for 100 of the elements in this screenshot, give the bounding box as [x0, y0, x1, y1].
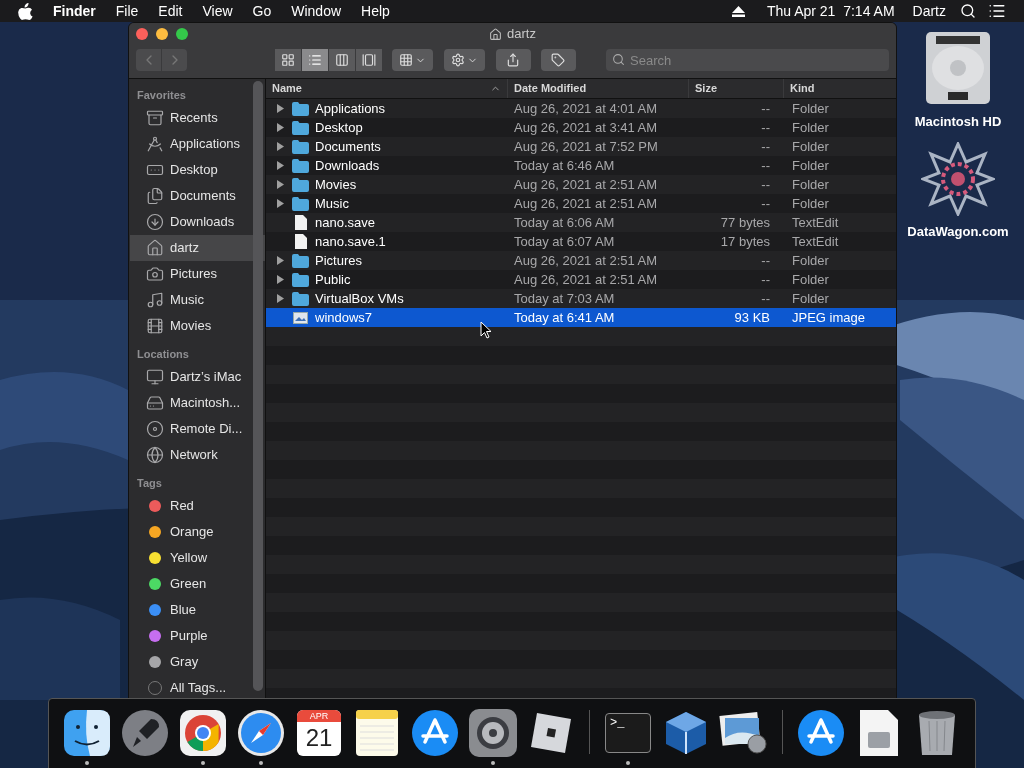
disclosure-triangle-icon[interactable]	[276, 294, 284, 303]
eject-icon[interactable]	[731, 5, 745, 17]
image-file-icon	[293, 311, 308, 324]
gear-icon[interactable]	[469, 709, 517, 757]
chrome-icon[interactable]	[180, 710, 226, 756]
sidebar-item[interactable]: Dartz’s iMac	[130, 364, 265, 390]
grid-icon	[398, 53, 413, 67]
size-cell-text: 93 KB	[733, 308, 771, 327]
column-header[interactable]: Name	[266, 79, 508, 98]
kind-cell-text: Folder	[791, 156, 830, 175]
size-cell-text: --	[760, 175, 771, 194]
disclosure-triangle-icon[interactable]	[276, 275, 284, 284]
column-header[interactable]: Kind	[784, 79, 896, 98]
kind-cell-text: Folder	[791, 251, 830, 270]
finder-icon[interactable]	[64, 710, 110, 756]
menu-list-icon[interactable]	[988, 2, 1006, 20]
sidebar-item[interactable]: Macintosh...	[130, 390, 265, 416]
sidebar-item[interactable]: Gray	[130, 649, 265, 675]
sidebar-item[interactable]: Applications	[130, 131, 265, 157]
sidebar-item[interactable]: Documents	[130, 183, 265, 209]
desktop-icon-label[interactable]: DataWagon.com	[907, 221, 1009, 241]
tag-button[interactable]	[540, 49, 576, 71]
photos-icon[interactable]	[719, 710, 769, 756]
group-button[interactable]	[392, 49, 433, 71]
folder-icon	[292, 101, 309, 116]
sidebar-item-label: Yellow	[170, 549, 208, 568]
minimize-button[interactable]	[156, 28, 168, 40]
view-mode-button[interactable]	[329, 49, 356, 71]
search-icon[interactable]	[960, 3, 976, 19]
sidebar-item[interactable]: Network	[130, 442, 265, 468]
sidebar-item[interactable]: Red	[130, 493, 265, 519]
menu-item[interactable]: View	[202, 0, 233, 22]
sidebar-item-label: Dartz’s iMac	[170, 368, 242, 387]
disclosure-triangle-icon[interactable]	[276, 142, 284, 151]
sidebar-item[interactable]: Recents	[130, 105, 265, 131]
menu-item[interactable]: Window	[291, 0, 342, 22]
app-store-icon[interactable]	[797, 709, 845, 757]
zoom-button[interactable]	[176, 28, 188, 40]
apple-icon[interactable]	[18, 2, 33, 20]
share-button[interactable]	[495, 49, 531, 71]
compass-icon[interactable]	[237, 709, 285, 757]
action-button[interactable]	[443, 49, 485, 71]
disclosure-triangle-icon[interactable]	[276, 104, 284, 113]
file-name: Movies	[315, 175, 357, 194]
menu-item[interactable]: Finder	[53, 0, 96, 22]
sidebar-item-label: Remote Di...	[170, 420, 243, 439]
search-field[interactable]: Search	[606, 49, 889, 71]
document-icon[interactable]	[860, 710, 898, 756]
scrollbar[interactable]	[253, 81, 263, 691]
sidebar-item[interactable]: Blue	[130, 597, 265, 623]
sidebar-item[interactable]: Orange	[130, 519, 265, 545]
column-header[interactable]: Date Modified	[508, 79, 689, 98]
trash-icon[interactable]	[917, 709, 957, 757]
search-icon	[612, 53, 625, 66]
menu-clock[interactable]: Thu Apr 21 7:14 AM	[766, 0, 895, 22]
disclosure-triangle-icon[interactable]	[276, 123, 284, 132]
sidebar-item[interactable]: Yellow	[130, 545, 265, 571]
disclosure-triangle-icon[interactable]	[276, 199, 284, 208]
column-header[interactable]: Size	[689, 79, 784, 98]
sidebar-item-label: Movies	[170, 317, 212, 336]
sidebar-item[interactable]: Pictures	[130, 261, 265, 287]
menu-item[interactable]: Help	[361, 0, 390, 22]
disclosure-triangle-icon[interactable]	[276, 161, 284, 170]
menu-item[interactable]: File	[115, 0, 139, 22]
file-name: windows7	[315, 308, 373, 327]
sidebar-item[interactable]: Green	[130, 571, 265, 597]
file-row[interactable]: windows7 Today at 6:41 AM 93 KB JPEG image	[266, 308, 896, 327]
sidebar-item[interactable]: dartz	[130, 235, 265, 261]
close-button[interactable]	[136, 28, 148, 40]
disclosure-triangle-icon[interactable]	[276, 256, 284, 265]
date-cell-text: Today at 6:06 AM	[513, 213, 616, 232]
disclosure-triangle-icon[interactable]	[276, 180, 284, 189]
sidebar-item[interactable]: Remote Di...	[130, 416, 265, 442]
cube-icon[interactable]	[663, 710, 709, 756]
file-name: Public	[315, 270, 351, 289]
user-name[interactable]: Dartz	[912, 0, 946, 22]
file-name: Pictures	[315, 251, 362, 270]
kind-cell-text: TextEdit	[791, 232, 840, 251]
view-mode-button[interactable]	[302, 49, 329, 71]
view-mode-button[interactable]	[275, 49, 302, 71]
size-cell-text: --	[760, 137, 771, 156]
sidebar-item-label: Recents	[170, 109, 218, 128]
star-pattern-icon[interactable]	[921, 141, 995, 216]
sidebar-item[interactable]: Purple	[130, 623, 265, 649]
calendar-icon[interactable]: APR 21	[297, 710, 341, 756]
sidebar-item[interactable]: Downloads	[130, 209, 265, 235]
size-cell-text: --	[760, 251, 771, 270]
desktop-icon-label[interactable]: Macintosh HD	[914, 112, 1002, 132]
terminal-icon[interactable]: >_	[605, 713, 651, 753]
sidebar-item[interactable]: Desktop	[130, 157, 265, 183]
app-store-icon[interactable]	[411, 709, 459, 757]
view-mode-button[interactable]	[356, 49, 383, 71]
sidebar-item[interactable]: All Tags...	[130, 675, 265, 699]
date-cell-text: Aug 26, 2021 at 2:51 AM	[513, 194, 659, 213]
terminal-prompt: >_	[610, 715, 625, 732]
menu-item[interactable]: Go	[252, 0, 272, 22]
sidebar-item[interactable]: Movies	[130, 313, 265, 339]
size-cell-text: --	[760, 156, 771, 175]
menu-item[interactable]: Edit	[158, 0, 183, 22]
sidebar-item[interactable]: Music	[130, 287, 265, 313]
